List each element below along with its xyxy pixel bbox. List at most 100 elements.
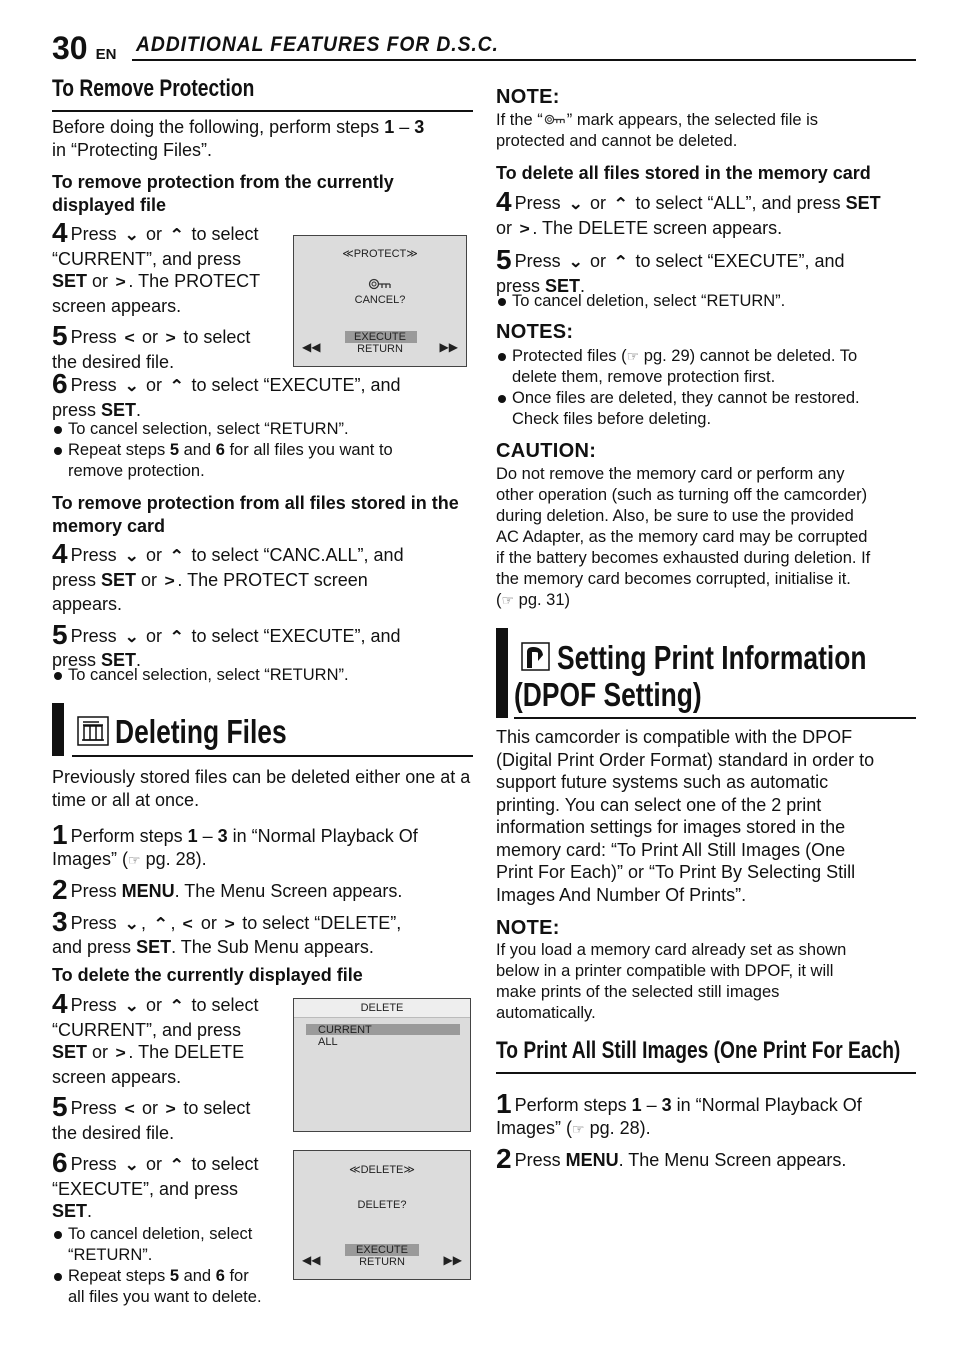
fast-forward-icon: ▶▶: [439, 340, 458, 354]
down-arrow-icon: ⌄: [123, 915, 139, 933]
bullet-item: To cancel selection, select “RETURN”.: [52, 665, 477, 686]
step-6: 6 Press ⌄ or ⌃ to select “EXECUTE”, and p…: [52, 1147, 259, 1222]
header-rule: [132, 59, 916, 61]
screen-title: ≪PROTECT≫: [342, 248, 418, 260]
screen-title: DELETE: [360, 1002, 404, 1014]
right-arrow-icon: >: [165, 1101, 176, 1118]
step-5: 5 Press < or > to select the desired file…: [52, 1091, 251, 1143]
down-arrow-icon: ⌄: [567, 196, 583, 213]
subsection-title-print-all: To Print All Still Images (One Print For…: [496, 1037, 901, 1064]
caution-text: Do not remove the memory card or perform…: [496, 465, 871, 609]
left-arrow-icon: <: [124, 1101, 135, 1118]
up-arrow-icon: ⌃: [169, 628, 185, 646]
section-rule: [514, 717, 916, 719]
step-4: 4 Press ⌄ or ⌃ to select “CANC.ALL”, and …: [52, 538, 404, 615]
page-number: 30: [52, 30, 88, 66]
left-arrow-icon: <: [124, 330, 135, 347]
bullet-item: Repeat steps 5 and 6 for all files you w…: [52, 1266, 292, 1308]
down-arrow-icon: ⌄: [123, 998, 139, 1015]
steps-remove-current: 4 Press ⌄ or ⌃ to select “CURRENT”, and p…: [52, 217, 292, 373]
page-reference-icon: ☞: [501, 592, 515, 608]
bullet-item: Protected files (☞ pg. 29) cannot be del…: [496, 346, 921, 388]
menu-item-current: CURRENT: [318, 1024, 372, 1036]
section-title-deleting-files: Deleting Files: [115, 713, 287, 750]
steps-delete-all: 4 Press ⌄ or ⌃ to select “ALL”, and press…: [496, 188, 921, 297]
step-1: 1 Perform steps 1 – 3 in “Normal Playback…: [496, 1088, 862, 1138]
right-arrow-icon: >: [115, 274, 126, 291]
page-reference-icon: ☞: [572, 1120, 585, 1137]
right-arrow-icon: >: [164, 572, 175, 590]
step-4: 4 Press ⌄ or ⌃ to select “CURRENT”, and p…: [52, 988, 259, 1087]
steps-print-all: 1 Perform steps 1 – 3 in “Normal Playback…: [496, 1088, 926, 1174]
bullets-delete-all: To cancel deletion, select “RETURN”.: [496, 291, 921, 312]
right-arrow-icon: >: [224, 915, 235, 933]
step-2: 2 Press MENU. The Menu Screen appears.: [52, 874, 403, 905]
trash-icon: [77, 716, 109, 751]
down-arrow-icon: ⌄: [123, 1157, 139, 1174]
down-arrow-icon: ⌄: [123, 548, 139, 565]
notes-list: Protected files (☞ pg. 29) cannot be del…: [496, 346, 921, 430]
step-1: 1 Perform steps 1 – 3 in “Normal Playback…: [52, 819, 418, 869]
section-title-remove-protection: To Remove Protection: [52, 75, 255, 102]
up-arrow-icon: ⌃: [169, 1157, 185, 1174]
bullet-item: To cancel deletion, select “RETURN”.: [496, 291, 921, 312]
left-arrow-icon: <: [183, 915, 194, 933]
caution-heading: CAUTION:: [496, 440, 597, 462]
down-arrow-icon: ⌄: [123, 378, 139, 395]
dpof-note-text: If you load a memory card already set as…: [496, 941, 847, 1022]
section-bar: [496, 628, 508, 718]
step-2: 2 Press MENU. The Menu Screen appears.: [496, 1143, 847, 1174]
screen-title: ≪DELETE≫: [349, 1164, 415, 1176]
section-title-dpof-line1: Setting Print Information: [557, 639, 867, 676]
menu-item-all: ALL: [318, 1036, 338, 1048]
step-5: 5 Press < or > to select the desired file…: [52, 320, 251, 372]
bullets-delete-current: To cancel deletion, select “RETURN”. Rep…: [52, 1224, 292, 1308]
delete-menu-screen-illustration: DELETE CURRENT ALL: [293, 998, 471, 1132]
step-4: 4 Press ⌄ or ⌃ to select “CURRENT”, and p…: [52, 217, 261, 316]
delete-confirm-screen-illustration: ≪DELETE≫ DELETE? EXECUTE RETURN ◀◀ ▶▶: [293, 1150, 471, 1280]
remove-protection-intro: Before doing the following, perform step…: [52, 117, 425, 160]
up-arrow-icon: ⌃: [169, 548, 185, 565]
step-6-remove-current: 6 Press ⌄ or ⌃ to select “EXECUTE”, and p…: [52, 368, 401, 420]
key-icon: [543, 111, 567, 129]
right-arrow-icon: >: [519, 220, 530, 238]
section-title-dpof-line2: (DPOF Setting): [514, 676, 702, 713]
section-rule: [72, 755, 473, 757]
screen-prompt: DELETE?: [357, 1199, 407, 1211]
note-text: If the “” mark appears, the selected fil…: [496, 111, 819, 150]
rewind-icon: ◀◀: [302, 1253, 321, 1267]
up-arrow-icon: ⌃: [613, 254, 629, 271]
up-arrow-icon: ⌃: [153, 915, 169, 933]
screen-prompt: CANCEL?: [354, 294, 406, 306]
subheading-remove-current: To remove protection from the currently …: [52, 172, 394, 215]
down-arrow-icon: ⌄: [123, 628, 139, 646]
notes-heading: NOTES:: [496, 321, 574, 343]
bullets-remove-all: To cancel selection, select “RETURN”.: [52, 665, 477, 686]
section-bar: [52, 703, 64, 756]
right-arrow-icon: >: [165, 330, 176, 347]
section-rule: [496, 1072, 916, 1074]
steps-delete-common: 1 Perform steps 1 – 3 in “Normal Playback…: [52, 819, 477, 959]
bullet-item: To cancel selection, select “RETURN”.: [52, 419, 477, 440]
down-arrow-icon: ⌄: [123, 227, 139, 244]
bullet-item: Repeat steps 5 and 6 for all files you w…: [52, 440, 477, 482]
page-reference-icon: ☞: [128, 851, 141, 868]
step-3: 3 Press ⌄, ⌃, < or > to select “DELETE”, …: [52, 905, 402, 957]
fast-forward-icon: ▶▶: [443, 1253, 462, 1267]
dpof-intro: This camcorder is compatible with the DP…: [496, 727, 875, 905]
page-header: 30 EN: [52, 30, 116, 67]
up-arrow-icon: ⌃: [613, 196, 629, 213]
language-label: EN: [95, 46, 117, 63]
subheading-delete-all: To delete all files stored in the memory…: [496, 163, 871, 183]
chapter-title: ADDITIONAL FEATURES FOR D.S.C.: [136, 33, 499, 56]
subheading-remove-all: To remove protection from all files stor…: [52, 493, 459, 536]
bullets-remove-current: To cancel selection, select “RETURN”. Re…: [52, 419, 477, 482]
up-arrow-icon: ⌃: [169, 998, 185, 1015]
section-rule: [52, 110, 473, 112]
up-arrow-icon: ⌃: [169, 227, 185, 244]
step-5: 5 Press ⌄ or ⌃ to select “EXECUTE”, and p…: [496, 244, 845, 296]
subheading-delete-current: To delete the currently displayed file: [52, 965, 363, 985]
down-arrow-icon: ⌄: [567, 254, 583, 271]
bullet-item: Once files are deleted, they cannot be r…: [496, 388, 921, 430]
rewind-icon: ◀◀: [302, 340, 321, 354]
